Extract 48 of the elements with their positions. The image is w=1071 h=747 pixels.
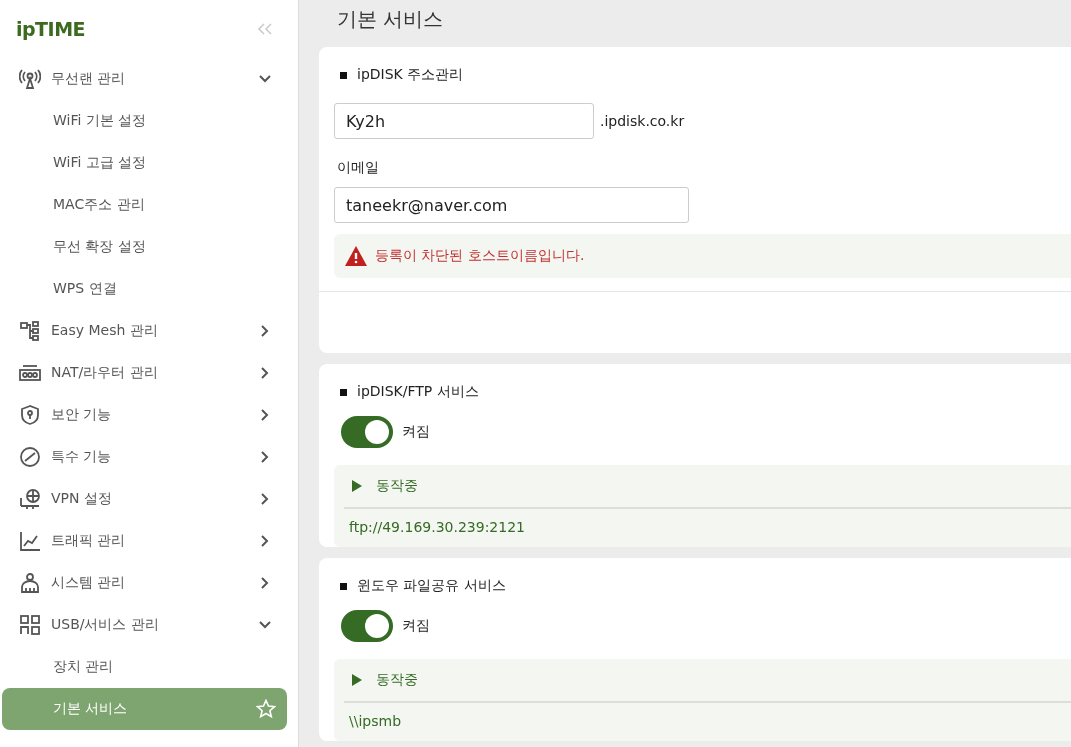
submenu-item[interactable]: WiFi 고급 설정 [2, 142, 287, 184]
menu-item[interactable]: VPN 설정 [0, 478, 298, 520]
section-title: ipDISK 주소관리 [357, 66, 464, 84]
email-field[interactable]: taneekr@naver.com [334, 187, 689, 223]
globe-icon [19, 488, 41, 510]
toggle-switch[interactable] [341, 416, 393, 448]
star-icon[interactable] [256, 699, 276, 719]
toggle-label: 켜짐 [402, 423, 430, 441]
bullet-icon [340, 388, 347, 396]
error-text: 등록이 차단된 호스트이름입니다. [375, 247, 585, 265]
menu-item[interactable]: 트래픽 관리 [0, 520, 298, 562]
submenu-item[interactable]: MAC주소 관리 [2, 184, 287, 226]
menu-item[interactable]: 무선랜 관리 [0, 58, 298, 100]
status-text: 동작중 [376, 671, 418, 689]
play-icon [352, 480, 362, 492]
toggle-label: 켜짐 [402, 617, 430, 635]
status-text: 동작중 [376, 477, 418, 495]
tree-icon [19, 320, 41, 342]
antenna-icon [19, 68, 41, 90]
grid-icon [19, 614, 41, 636]
section-title: 윈도우 파일공유 서비스 [357, 577, 506, 595]
page-title: 기본 서비스 [337, 6, 445, 33]
menu-item[interactable]: Easy Mesh 관리 [0, 310, 298, 352]
submenu-item[interactable]: WiFi 기본 설정 [2, 100, 287, 142]
email-label: 이메일 [337, 159, 380, 177]
person-icon [19, 572, 41, 594]
router-icon [19, 362, 41, 384]
bullet-icon [340, 582, 347, 590]
menu-item[interactable]: NAT/라우터 관리 [0, 352, 298, 394]
section-title: ipDISK/FTP 서비스 [357, 383, 479, 401]
menu-item[interactable]: 시스템 관리 [0, 562, 298, 604]
menu-item[interactable]: 특수 기능 [0, 436, 298, 478]
submenu-item[interactable]: 무선 확장 설정 [2, 226, 287, 268]
service-address: ftp://49.169.30.239:2121 [348, 518, 526, 535]
shield-icon [19, 404, 41, 426]
bullet-icon [340, 71, 347, 79]
menu-item[interactable]: USB/서비스 관리 [0, 604, 298, 646]
toggle-switch[interactable] [341, 610, 393, 642]
domain-suffix: .ipdisk.co.kr [600, 113, 685, 129]
play-icon [352, 674, 362, 686]
submenu-item[interactable]: 장치 관리 [2, 646, 287, 688]
hostname-field[interactable]: Ky2h [334, 103, 594, 139]
service-address: \\ipsmb [348, 712, 403, 729]
warning-icon [345, 246, 367, 266]
logo: ipTIME [16, 18, 86, 40]
chart-icon [19, 530, 41, 552]
menu-item[interactable]: 보안 기능 [0, 394, 298, 436]
submenu-item[interactable]: WPS 연결 [2, 268, 287, 310]
